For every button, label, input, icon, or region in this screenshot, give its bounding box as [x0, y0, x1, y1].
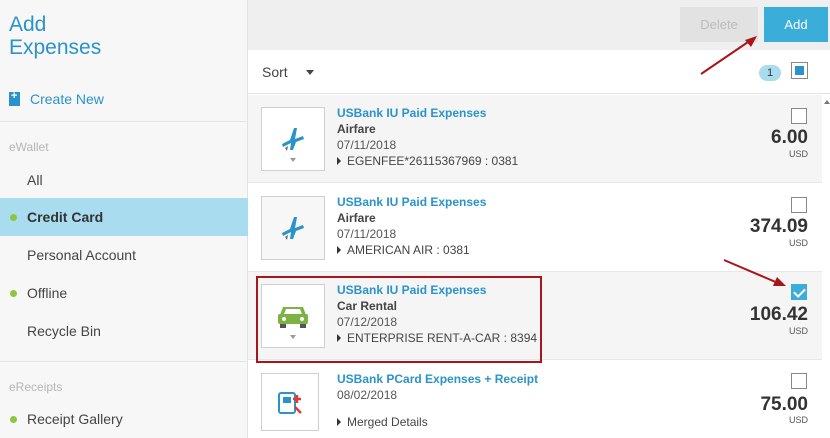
expense-currency: USD: [788, 149, 808, 159]
sidebar-item-offline[interactable]: Offline: [0, 274, 248, 312]
sidebar-item-credit-card[interactable]: Credit Card: [0, 198, 248, 236]
row-checkbox[interactable]: [791, 373, 807, 389]
sidebar-item-label: Receipt Gallery: [27, 411, 123, 427]
expense-type: Airfare: [337, 211, 376, 225]
expense-date: 07/11/2018: [337, 138, 397, 152]
expense-currency: USD: [788, 238, 808, 248]
expense-detail-label: Merged Details: [347, 415, 428, 429]
expense-amount: 106.42: [749, 304, 808, 325]
expand-caret-icon: [290, 158, 296, 162]
sidebar-item-receipt-gallery[interactable]: Receipt Gallery: [0, 400, 248, 438]
expense-row[interactable]: USBank IU Paid Expenses Airfare 07/11/20…: [248, 95, 822, 183]
section-heading-ewallet: eWallet: [9, 140, 49, 154]
expense-type: Airfare: [337, 122, 376, 136]
sidebar-item-label: Credit Card: [27, 209, 104, 225]
toolbar: Delete Add: [248, 0, 830, 50]
expense-row[interactable]: USBank IU Paid Expenses Airfare 07/11/20…: [248, 184, 822, 272]
expense-date: 07/11/2018: [337, 227, 397, 241]
sidebar-item-label: Personal Account: [27, 247, 136, 263]
selected-count-badge: 1: [759, 65, 781, 81]
expense-amount: 6.00: [771, 127, 808, 148]
sidebar-item-all[interactable]: All: [0, 161, 248, 199]
expense-detail-label: EGENFEE*26115367969 : 0381: [347, 154, 519, 168]
create-new-link[interactable]: Create New: [9, 90, 104, 107]
sidebar-item-recycle-bin[interactable]: Recycle Bin: [0, 312, 248, 350]
airplane-icon: [282, 128, 304, 151]
section-heading-ereceipts: eReceipts: [9, 380, 63, 394]
expense-title-link[interactable]: USBank IU Paid Expenses: [337, 195, 486, 209]
sidebar: Add Expenses Create New eWallet All Cred…: [0, 0, 248, 438]
expense-currency: USD: [788, 326, 808, 336]
row-checkbox[interactable]: [791, 197, 807, 213]
sidebar-item-personal-account[interactable]: Personal Account: [0, 236, 248, 274]
expense-amount: 75.00: [760, 394, 808, 415]
create-new-label: Create New: [30, 91, 104, 107]
status-dot: [10, 415, 17, 423]
select-all-checkbox[interactable]: [791, 62, 808, 79]
page-title: Add Expenses: [9, 13, 102, 59]
annotation-highlight-box: [256, 276, 542, 363]
new-document-icon: [9, 90, 20, 106]
row-checkbox[interactable]: [791, 284, 807, 300]
expense-amount: 374.09: [749, 216, 808, 237]
expense-thumbnail[interactable]: [261, 196, 325, 260]
expand-arrow-icon: [337, 246, 341, 254]
expense-title-link[interactable]: USBank IU Paid Expenses: [337, 106, 486, 120]
sidebar-item-label: All: [27, 172, 43, 188]
add-button[interactable]: Add: [764, 7, 828, 42]
sidebar-item-label: Offline: [27, 285, 68, 301]
sort-bar: Sort 1: [248, 50, 830, 94]
expense-detail[interactable]: AMERICAN AIR : 0381: [337, 243, 470, 257]
delete-button[interactable]: Delete: [680, 7, 758, 42]
sort-dropdown[interactable]: Sort: [262, 64, 288, 80]
chevron-down-icon[interactable]: [306, 70, 314, 75]
status-dot: [10, 213, 17, 221]
merged-receipt-icon: [278, 392, 302, 414]
status-dot: [10, 289, 17, 297]
airplane-icon: [282, 217, 304, 240]
expense-list-panel: Delete Add Sort 1 USBank IU Paid Expense…: [248, 0, 830, 438]
divider: [0, 121, 248, 122]
scroll-up-arrow[interactable]: [824, 100, 830, 104]
expense-date: 08/02/2018: [337, 388, 398, 402]
expense-detail-label: AMERICAN AIR : 0381: [347, 243, 470, 257]
divider: [0, 361, 248, 362]
expense-title-link[interactable]: USBank PCard Expenses + Receipt: [337, 372, 538, 386]
expand-arrow-icon: [337, 418, 341, 426]
expense-row[interactable]: USBank PCard Expenses + Receipt 08/02/20…: [248, 361, 822, 438]
expense-detail[interactable]: EGENFEE*26115367969 : 0381: [337, 154, 518, 168]
sidebar-item-label: Recycle Bin: [27, 323, 101, 339]
expand-arrow-icon: [337, 157, 341, 165]
expense-thumbnail[interactable]: [261, 107, 325, 171]
row-checkbox[interactable]: [791, 108, 807, 124]
expense-thumbnail[interactable]: [261, 373, 319, 431]
expense-currency: USD: [788, 415, 808, 425]
expense-detail[interactable]: Merged Details: [337, 415, 428, 429]
